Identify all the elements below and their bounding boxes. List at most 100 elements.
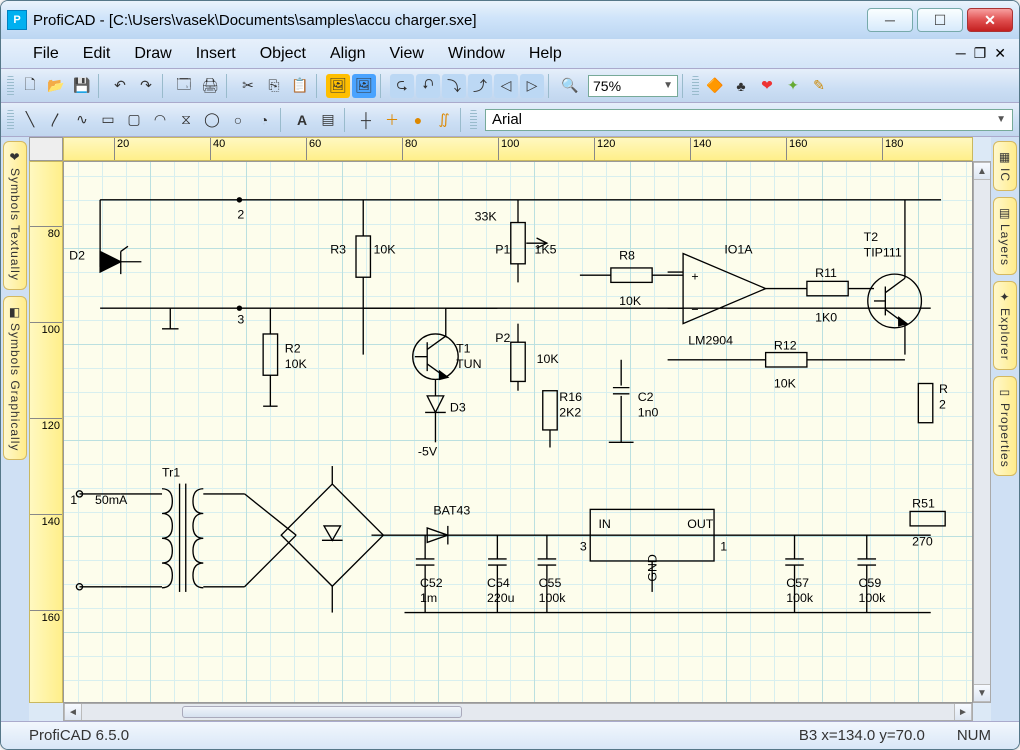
svg-text:+: + [691,269,698,283]
tab-ic[interactable]: ▦IC [993,141,1017,191]
save-icon[interactable]: 💾 [70,74,94,98]
image2-icon[interactable]: 🖼 [352,74,376,98]
paste-icon[interactable]: 📋 [288,74,312,98]
vertical-ruler[interactable]: 80100120140160 [29,161,63,703]
grip-icon[interactable] [692,76,699,96]
titlebar[interactable]: P ProfiCAD - [C:\Users\vasek\Documents\s… [1,1,1019,39]
close-button[interactable]: ✕ [967,8,1013,32]
horizontal-scrollbar[interactable]: ◄ ► [63,703,973,721]
chip-icon: ▦ [999,150,1011,164]
workarea: ❤Symbols Textually ◧Symbols Graphically … [1,137,1019,721]
scroll-up-icon[interactable]: ▲ [974,162,990,180]
tab-symbols-graphically[interactable]: ◧Symbols Graphically [3,296,27,460]
print-icon[interactable]: 🖨 [198,74,222,98]
tab-explorer[interactable]: ✦Explorer [993,281,1017,370]
mdi-controls[interactable]: ─❐✕ [953,45,1009,62]
svg-text:50mA: 50mA [95,493,128,507]
svg-text:3: 3 [580,540,587,554]
svg-text:C54: C54 [487,576,510,590]
layers-icon: ▤ [999,206,1011,220]
node-dot-icon[interactable]: ● [406,108,430,132]
mirror2-icon[interactable]: ▷ [520,74,544,98]
svg-text:TIP111: TIP111 [864,246,902,260]
menu-help[interactable]: Help [517,41,574,67]
undo-icon[interactable]: ↶ [108,74,132,98]
panel-icon: ▭ [999,385,1011,399]
font-combo[interactable]: Arial▼ [485,109,1013,131]
svg-text:C52: C52 [420,576,443,590]
svg-text:C2: C2 [638,390,654,404]
grip-icon[interactable] [470,110,477,130]
cut-icon[interactable]: ✂ [236,74,260,98]
roundrect-icon[interactable]: ▢ [122,108,146,132]
palette3-icon[interactable]: ❤ [755,74,779,98]
zoom-combo[interactable]: 75%▼ [588,75,678,97]
palette5-icon[interactable]: ✎ [807,74,831,98]
palette4-icon[interactable]: ✦ [781,74,805,98]
menu-edit[interactable]: Edit [71,41,123,67]
rotate-cw-icon[interactable]: ⤵ [442,74,466,98]
rect-icon[interactable]: ▭ [96,108,120,132]
new-icon[interactable]: 🗋 [18,74,42,98]
drawing-canvas[interactable]: +− [63,161,973,703]
menu-window[interactable]: Window [436,41,517,67]
menu-file[interactable]: File [21,41,71,67]
zoom-icon[interactable]: 🔍 [558,74,582,98]
svg-text:T2: T2 [864,230,879,244]
arc-icon[interactable]: ◠ [148,108,172,132]
rotate-ccw-icon[interactable]: ⤴ [468,74,492,98]
wire-icon[interactable]: ∬ [432,108,456,132]
flip-h-icon[interactable]: ⮎ [390,74,414,98]
svg-text:1K5: 1K5 [535,242,557,256]
polyline-icon[interactable]: 〳 [44,108,68,132]
tab-symbols-textually[interactable]: ❤Symbols Textually [3,141,27,290]
svg-text:10K: 10K [537,352,560,366]
vertical-scrollbar[interactable]: ▲ ▼ [973,161,991,703]
line-icon[interactable]: ╲ [18,108,42,132]
menu-align[interactable]: Align [318,41,378,67]
svg-text:R3: R3 [330,242,346,256]
ruler-corner [29,137,63,161]
junction-icon[interactable]: ┼ [354,108,378,132]
tab-layers[interactable]: ▤Layers [993,197,1017,275]
scroll-left-icon[interactable]: ◄ [64,704,82,720]
maximize-button[interactable]: ☐ [917,8,963,32]
menu-draw[interactable]: Draw [122,41,183,67]
tab-properties[interactable]: ▭Properties [993,376,1017,477]
minimize-button[interactable]: ─ [867,8,913,32]
svg-text:1K0: 1K0 [815,311,837,325]
svg-text:10K: 10K [285,357,308,371]
ellipse-icon[interactable]: ◯ [200,108,224,132]
palette1-icon[interactable]: 🔶 [703,74,727,98]
open-icon[interactable]: 📂 [44,74,68,98]
horizontal-ruler[interactable]: 20406080100120140160180 [63,137,973,161]
redo-icon[interactable]: ↷ [134,74,158,98]
textblock-icon[interactable]: ▤ [316,108,340,132]
print-preview-icon[interactable]: 🗔 [172,74,196,98]
scroll-right-icon[interactable]: ► [954,704,972,720]
scrollbar-thumb[interactable] [182,706,462,718]
flip-v-icon[interactable]: ⮏ [416,74,440,98]
hourglass-icon[interactable]: ⧖ [174,108,198,132]
image1-icon[interactable]: 🖼 [326,74,350,98]
menu-object[interactable]: Object [248,41,318,67]
copy-icon[interactable]: ⎘ [262,74,286,98]
node-add-icon[interactable]: ＋ [380,108,404,132]
scroll-down-icon[interactable]: ▼ [974,684,990,702]
pie-icon[interactable]: ◔ [252,108,276,132]
svg-text:10K: 10K [619,294,642,308]
menu-view[interactable]: View [378,41,436,67]
grip-icon[interactable] [7,110,14,130]
palette2-icon[interactable]: ♣ [729,74,753,98]
mirror1-icon[interactable]: ◁ [494,74,518,98]
app-icon: P [7,10,27,30]
schematic: +− [64,162,972,702]
curve-icon[interactable]: ∿ [70,108,94,132]
grip-icon[interactable] [7,76,14,96]
toolbar-main: 🗋 📂 💾 ↶ ↷ 🗔 🖨 ✂ ⎘ 📋 🖼 🖼 ⮎ ⮏ ⤵ ⤴ ◁ ▷ 🔍 75… [1,69,1019,103]
text-icon[interactable]: A [290,108,314,132]
tab-label: Symbols Graphically [8,323,22,451]
menu-insert[interactable]: Insert [184,41,248,67]
svg-text:R: R [939,382,948,396]
circle-icon[interactable]: ○ [226,108,250,132]
